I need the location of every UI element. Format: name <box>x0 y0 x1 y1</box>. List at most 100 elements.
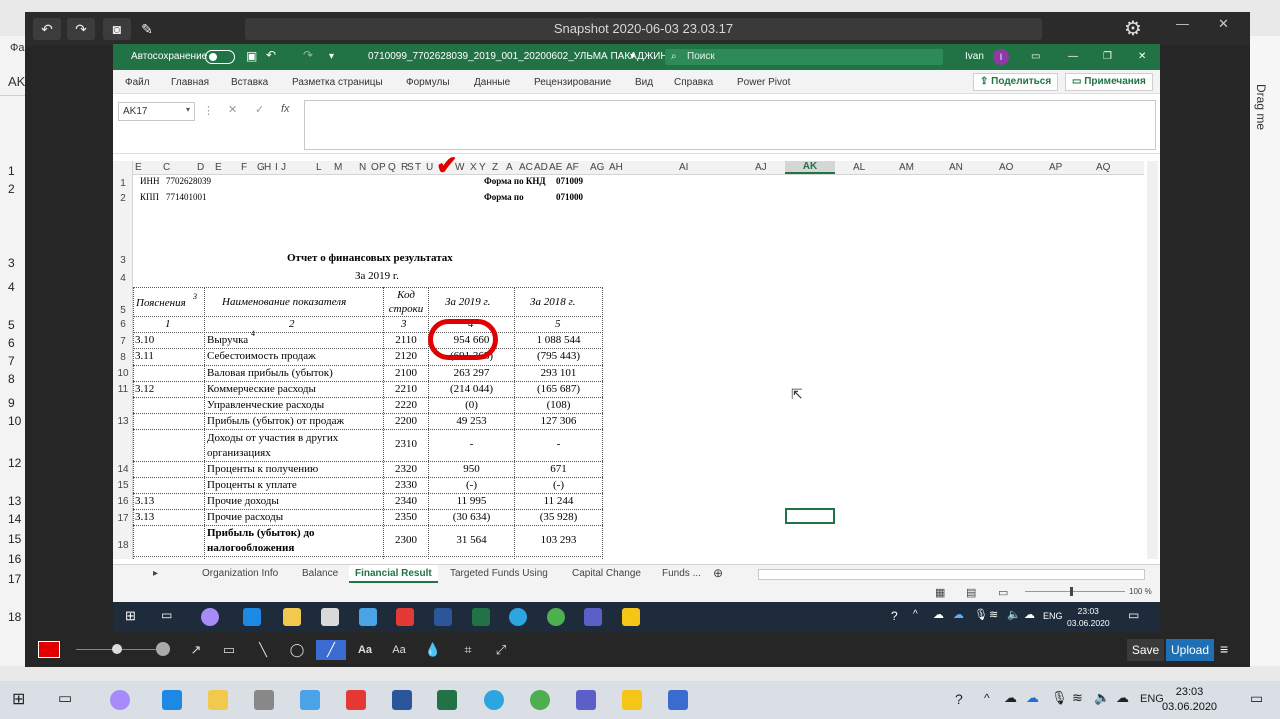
qat-customize-icon[interactable]: ▾ <box>329 51 334 62</box>
menu-icon[interactable]: ≡ <box>1220 641 1228 657</box>
redo-icon[interactable]: ↷ <box>303 48 313 62</box>
row-header[interactable]: 7 <box>113 336 133 347</box>
size-slider-handle[interactable] <box>112 644 122 654</box>
row-header[interactable]: 3 <box>113 255 133 266</box>
store-icon[interactable] <box>254 690 274 710</box>
onedrive-icon[interactable]: ☁ <box>1026 690 1039 706</box>
alice-icon[interactable] <box>110 690 130 710</box>
col-header[interactable]: AF <box>566 162 579 173</box>
upload-button[interactable]: Upload <box>1166 639 1214 661</box>
snapshot-app-icon[interactable] <box>668 690 688 710</box>
task-view-icon[interactable]: ▭ <box>58 689 72 707</box>
col-header-selected[interactable]: AK <box>785 161 835 174</box>
photos-icon[interactable] <box>622 690 642 710</box>
col-header[interactable]: M <box>334 162 342 173</box>
row-header[interactable]: 17 <box>113 513 133 524</box>
col-header[interactable]: AM <box>899 162 914 173</box>
blur-tool-icon[interactable]: 💧 <box>421 640 445 660</box>
tab-organization-info[interactable]: Organization Info <box>202 568 278 579</box>
edge-icon[interactable] <box>162 690 182 710</box>
save-button[interactable]: Save <box>1127 639 1164 661</box>
photos-icon[interactable] <box>622 608 640 626</box>
task-view-icon[interactable]: ▭ <box>161 608 172 622</box>
row-header[interactable]: 11 <box>113 384 133 395</box>
cloud-icon[interactable]: ☁ <box>1004 690 1017 706</box>
col-header[interactable]: AL <box>853 162 865 173</box>
color-swatch[interactable] <box>38 641 60 658</box>
zoom-level[interactable]: 100 % <box>1129 587 1152 596</box>
row-header[interactable]: 10 <box>113 368 133 379</box>
row-header[interactable]: 6 <box>113 319 133 330</box>
menu-help[interactable]: Справка <box>674 77 713 88</box>
chrome-icon[interactable] <box>530 690 550 710</box>
volume-icon[interactable]: 🔈 <box>1007 608 1021 621</box>
zoom-slider-handle[interactable] <box>1070 587 1073 596</box>
row-header[interactable]: 13 <box>113 416 133 427</box>
col-header[interactable]: E <box>135 162 142 173</box>
enter-icon[interactable]: ✓ <box>255 103 264 116</box>
explorer-icon[interactable] <box>283 608 301 626</box>
line-tool-icon[interactable]: ╲ <box>251 640 275 660</box>
col-header[interactable]: Q <box>388 162 396 173</box>
resize-tool-icon[interactable]: ⤢ <box>489 640 513 660</box>
cloud-sync-icon[interactable]: ☁ <box>1116 690 1129 706</box>
col-header[interactable]: H <box>264 162 271 173</box>
text-outline-tool-icon[interactable]: Aa <box>387 640 411 660</box>
col-header[interactable]: AP <box>1049 162 1062 173</box>
row-header[interactable]: 18 <box>113 540 133 551</box>
help-icon[interactable]: ? <box>891 609 898 623</box>
menu-insert[interactable]: Вставка <box>231 77 268 88</box>
windows-start-icon[interactable]: ⊞ <box>12 689 25 709</box>
alice-icon[interactable] <box>201 608 219 626</box>
microphone-icon[interactable]: 🎙 <box>1051 690 1068 706</box>
row-header[interactable]: 1 <box>113 178 133 189</box>
selected-cell-ak17[interactable] <box>785 508 835 524</box>
camera-icon[interactable]: ◙ <box>103 18 131 40</box>
tab-balance[interactable]: Balance <box>302 568 338 579</box>
chrome-icon[interactable] <box>547 608 565 626</box>
formula-bar-input[interactable] <box>304 100 1156 150</box>
yandex-icon[interactable] <box>346 690 366 710</box>
row-header[interactable]: 16 <box>113 496 133 507</box>
namebox-dropdown-icon[interactable]: ▾ <box>186 105 190 114</box>
col-header[interactable]: J <box>281 162 286 173</box>
col-header[interactable]: AC <box>519 162 533 173</box>
col-header[interactable]: AE <box>549 162 562 173</box>
col-header[interactable]: AI <box>679 162 688 173</box>
col-header[interactable]: AD <box>534 162 548 173</box>
gear-icon[interactable]: ⚙ <box>1124 16 1142 41</box>
outer-clock[interactable]: 23:03 03.06.2020 <box>1162 685 1217 715</box>
redo-button[interactable]: ↷ <box>67 18 95 40</box>
notifications-icon[interactable]: ▭ <box>1250 690 1263 707</box>
tray-chevron-icon[interactable]: ^ <box>913 609 918 620</box>
wifi-icon[interactable]: ≋ <box>989 608 998 621</box>
row-header[interactable]: 4 <box>113 273 133 284</box>
text-tool-icon[interactable]: Aa <box>353 640 377 660</box>
col-header[interactable]: D <box>197 162 204 173</box>
col-header[interactable]: U <box>426 162 433 173</box>
cloud-sync-icon[interactable]: ☁ <box>1024 608 1035 621</box>
mail-icon[interactable] <box>300 690 320 710</box>
cloud-icon[interactable]: ☁ <box>933 608 944 621</box>
excel-search-input[interactable]: ⌕ Поиск <box>665 49 943 65</box>
col-header[interactable]: AG <box>590 162 604 173</box>
add-sheet-icon[interactable]: ⊕ <box>713 566 723 580</box>
col-header[interactable]: E <box>215 162 222 173</box>
language-indicator[interactable]: ENG <box>1043 611 1063 621</box>
microphone-icon[interactable]: 🎙 <box>974 608 988 621</box>
menu-review[interactable]: Рецензирование <box>534 77 611 88</box>
vertical-scrollbar[interactable] <box>1147 161 1158 559</box>
menu-view[interactable]: Вид <box>635 77 653 88</box>
restore-icon[interactable]: ❐ <box>1103 51 1112 62</box>
function-icon[interactable]: fx <box>281 103 290 115</box>
inner-clock[interactable]: 23:03 03.06.2020 <box>1067 605 1110 629</box>
telegram-icon[interactable] <box>509 608 527 626</box>
menu-data[interactable]: Данные <box>474 77 510 88</box>
normal-view-icon[interactable]: ▦ <box>935 586 945 599</box>
excel-icon[interactable] <box>472 608 490 626</box>
col-header[interactable]: Z <box>492 162 498 173</box>
col-header[interactable]: F <box>241 162 247 173</box>
row-header[interactable]: 8 <box>113 352 133 363</box>
telegram-icon[interactable] <box>484 690 504 710</box>
excel-icon[interactable] <box>437 690 457 710</box>
